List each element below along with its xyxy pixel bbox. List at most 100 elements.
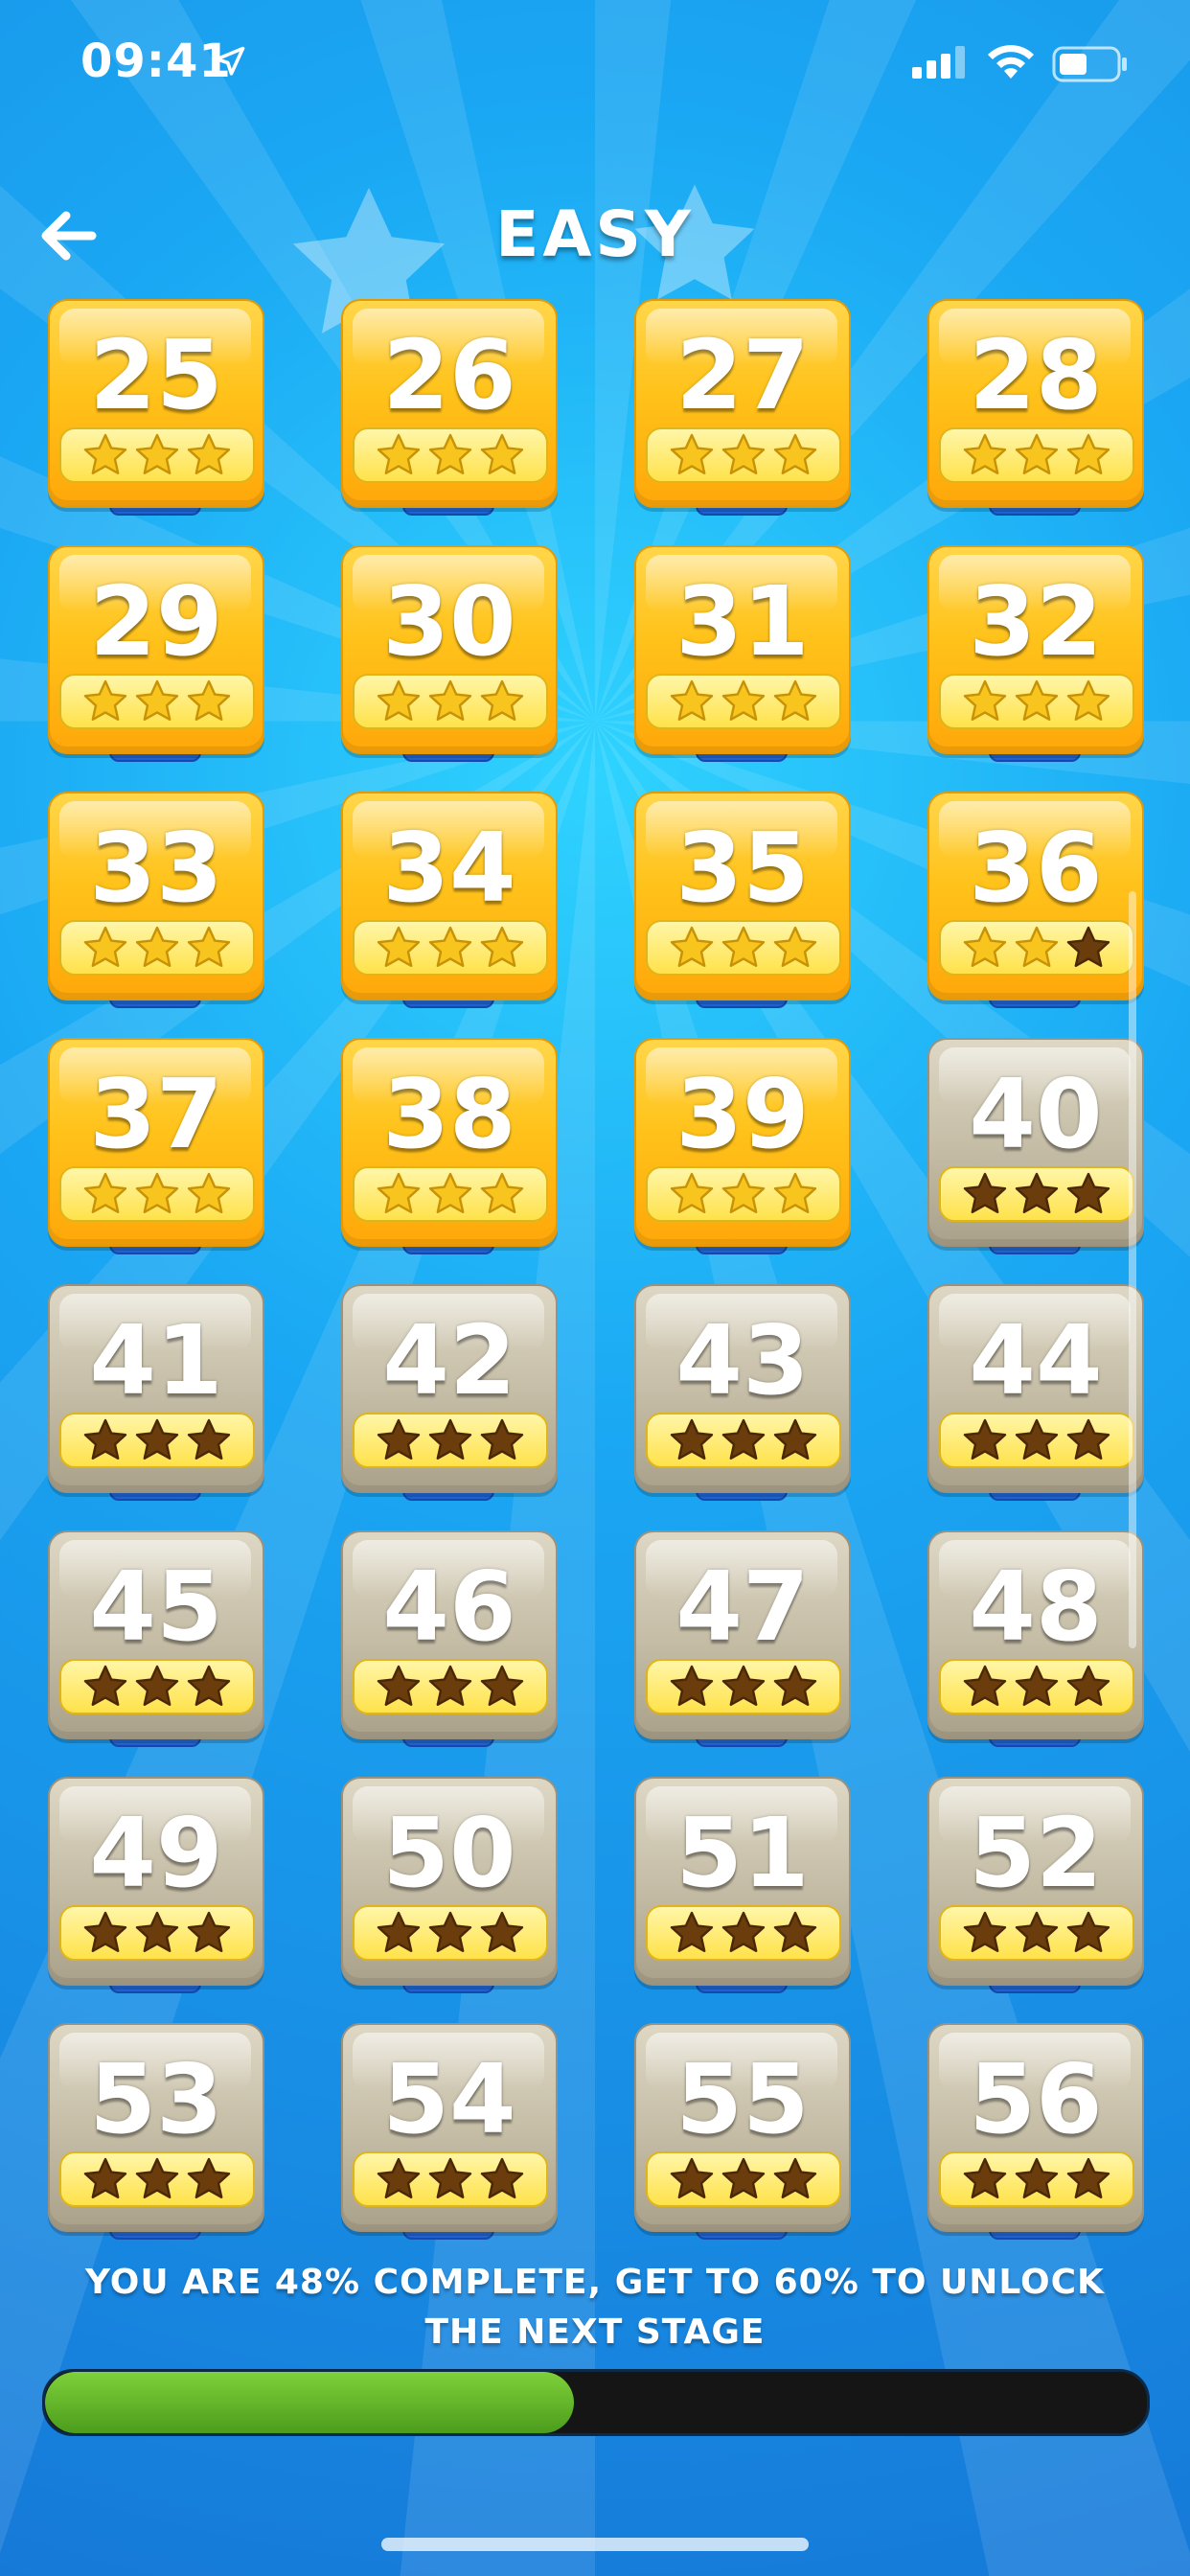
- star-empty-icon: [1066, 1911, 1110, 1952]
- level-tile[interactable]: 38: [341, 1038, 558, 1254]
- level-tile[interactable]: 46: [341, 1530, 558, 1747]
- star-empty-icon: [1015, 1665, 1059, 1706]
- level-tile[interactable]: 29: [48, 545, 264, 762]
- star-empty-icon: [428, 1418, 472, 1460]
- level-number: 49: [89, 1797, 223, 1909]
- level-tile[interactable]: 31: [634, 545, 851, 762]
- star-empty-icon: [480, 2157, 524, 2198]
- level-tile[interactable]: 44: [927, 1284, 1144, 1501]
- page-title: EASY: [495, 197, 695, 271]
- star-rating: [646, 2151, 841, 2207]
- star-filled-icon: [1066, 679, 1110, 721]
- star-filled-icon: [480, 1172, 524, 1213]
- level-number: 39: [675, 1058, 810, 1170]
- star-empty-icon: [428, 2157, 472, 2198]
- star-empty-icon: [83, 2157, 127, 2198]
- level-number: 32: [969, 565, 1103, 678]
- level-tile[interactable]: 47: [634, 1530, 851, 1747]
- star-empty-icon: [963, 1172, 1007, 1213]
- level-tile-face: 51: [634, 1777, 851, 1986]
- home-indicator[interactable]: [381, 2538, 809, 2551]
- star-filled-icon: [83, 926, 127, 967]
- level-tile[interactable]: 39: [634, 1038, 851, 1254]
- star-filled-icon: [773, 926, 817, 967]
- star-filled-icon: [377, 1172, 421, 1213]
- level-tile[interactable]: 48: [927, 1530, 1144, 1747]
- level-number: 48: [969, 1551, 1103, 1663]
- level-tile[interactable]: 42: [341, 1284, 558, 1501]
- level-tile[interactable]: 55: [634, 2023, 851, 2240]
- star-empty-icon: [1015, 1911, 1059, 1952]
- star-rating: [353, 1905, 548, 1961]
- star-empty-icon: [377, 1418, 421, 1460]
- star-empty-icon: [135, 1665, 179, 1706]
- level-number: 43: [675, 1304, 810, 1416]
- star-filled-icon: [773, 679, 817, 721]
- level-tile[interactable]: 52: [927, 1777, 1144, 1993]
- level-tile[interactable]: 45: [48, 1530, 264, 1747]
- level-number: 55: [675, 2043, 810, 2155]
- level-tile[interactable]: 54: [341, 2023, 558, 2240]
- level-tile[interactable]: 28: [927, 299, 1144, 516]
- level-tile-face: 54: [341, 2023, 558, 2232]
- star-rating: [646, 920, 841, 976]
- star-empty-icon: [1015, 1172, 1059, 1213]
- level-tile[interactable]: 36: [927, 792, 1144, 1008]
- star-empty-icon: [773, 1665, 817, 1706]
- level-tile[interactable]: 37: [48, 1038, 264, 1254]
- scrollbar[interactable]: [1129, 891, 1136, 1648]
- progress-message: YOU ARE 48% COMPLETE, GET TO 60% TO UNLO…: [85, 2263, 1105, 2352]
- level-tile[interactable]: 25: [48, 299, 264, 516]
- level-tile-face: 26: [341, 299, 558, 508]
- level-tile[interactable]: 53: [48, 2023, 264, 2240]
- star-empty-icon: [135, 1418, 179, 1460]
- star-empty-icon: [670, 1911, 714, 1952]
- level-tile[interactable]: 43: [634, 1284, 851, 1501]
- star-empty-icon: [187, 1665, 231, 1706]
- star-empty-icon: [670, 1665, 714, 1706]
- star-filled-icon: [670, 679, 714, 721]
- star-empty-icon: [480, 1665, 524, 1706]
- level-tile[interactable]: 27: [634, 299, 851, 516]
- level-tile[interactable]: 30: [341, 545, 558, 762]
- level-number: 45: [89, 1551, 223, 1663]
- level-tile[interactable]: 40: [927, 1038, 1144, 1254]
- level-tile-face: 36: [927, 792, 1144, 1000]
- level-tile[interactable]: 26: [341, 299, 558, 516]
- level-tile[interactable]: 35: [634, 792, 851, 1008]
- battery-icon: [1052, 46, 1127, 82]
- level-tile[interactable]: 33: [48, 792, 264, 1008]
- star-empty-icon: [83, 1665, 127, 1706]
- star-empty-icon: [670, 2157, 714, 2198]
- level-tile[interactable]: 56: [927, 2023, 1144, 2240]
- star-filled-icon: [1015, 433, 1059, 474]
- star-rating: [646, 1905, 841, 1961]
- level-number: 25: [89, 319, 223, 431]
- star-empty-icon: [377, 1665, 421, 1706]
- star-empty-icon: [721, 1911, 766, 1952]
- status-bar: 09:41: [0, 0, 1190, 125]
- star-filled-icon: [377, 679, 421, 721]
- level-tile-face: 50: [341, 1777, 558, 1986]
- level-tile-face: 28: [927, 299, 1144, 508]
- level-tile[interactable]: 51: [634, 1777, 851, 1993]
- level-tile[interactable]: 50: [341, 1777, 558, 1993]
- star-empty-icon: [721, 1665, 766, 1706]
- star-rating: [353, 1413, 548, 1468]
- level-number: 29: [89, 565, 223, 678]
- level-tile-face: 47: [634, 1530, 851, 1739]
- level-tile[interactable]: 41: [48, 1284, 264, 1501]
- level-tile[interactable]: 34: [341, 792, 558, 1008]
- star-empty-icon: [377, 2157, 421, 2198]
- level-number: 38: [382, 1058, 516, 1170]
- star-empty-icon: [773, 1418, 817, 1460]
- level-number: 52: [969, 1797, 1103, 1909]
- star-filled-icon: [773, 433, 817, 474]
- star-empty-icon: [428, 1665, 472, 1706]
- star-empty-icon: [480, 1418, 524, 1460]
- level-tile[interactable]: 49: [48, 1777, 264, 1993]
- level-tile[interactable]: 32: [927, 545, 1144, 762]
- level-number: 53: [89, 2043, 223, 2155]
- star-empty-icon: [1015, 2157, 1059, 2198]
- level-tile-face: 31: [634, 545, 851, 754]
